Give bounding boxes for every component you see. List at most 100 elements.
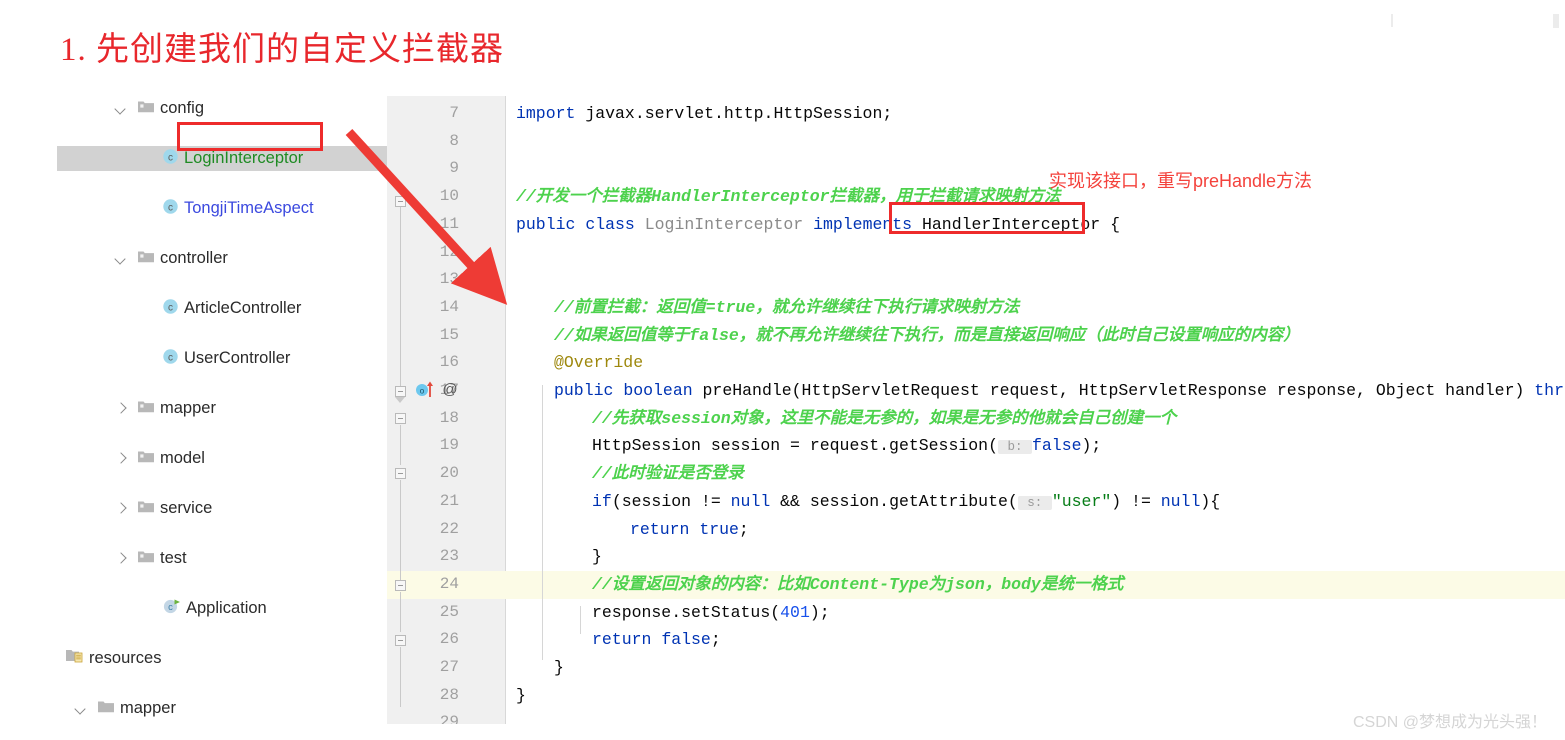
code-line-18[interactable]: //先获取session对象，这里不能是无参的，如果是无参的他就会自己创建一个 [592, 405, 1176, 433]
code-line-24[interactable]: //设置返回对象的内容：比如Content-Type为json，body是统一格… [592, 571, 1123, 599]
folder-icon [97, 699, 115, 719]
chevron-down-icon[interactable] [115, 252, 128, 265]
folder-package-icon [137, 549, 155, 569]
code-token: LoginInterceptor [644, 214, 814, 234]
chevron-right-icon[interactable] [115, 502, 128, 515]
code-line-15[interactable]: //如果返回值等于false，就不再允许继续往下执行，而是直接返回响应（此时自己… [554, 322, 1300, 350]
tree-item-mapper[interactable]: mapper [57, 396, 387, 421]
chevron-right-icon[interactable] [115, 402, 128, 415]
fold-marker-line23[interactable] [395, 635, 407, 647]
code-token: //设置返回对象的内容：比如Content-Type为json，body是统一格… [592, 574, 1124, 594]
svg-text:c: c [168, 202, 173, 213]
page-title: 1. 先创建我们的自定义拦截器 [60, 32, 504, 68]
fold-marker-line17[interactable] [395, 468, 407, 480]
code-token: //此时验证是否登录 [592, 464, 744, 484]
line-number: 15 [439, 325, 459, 344]
chevron-down-icon[interactable] [115, 102, 128, 115]
code-token: public [516, 214, 586, 234]
code-line-11[interactable]: public class LoginInterceptor implements… [516, 211, 1120, 239]
line-number: 19 [439, 436, 459, 455]
code-token: (session != [611, 491, 731, 511]
chevron-right-icon[interactable] [115, 452, 128, 465]
line-number: 28 [439, 685, 459, 704]
folder-package-icon [137, 499, 155, 519]
chevron-right-icon[interactable] [115, 552, 128, 565]
code-token: null [730, 491, 771, 511]
code-token: } [592, 547, 602, 567]
annotation-at-icon[interactable]: @ [441, 380, 459, 403]
folder-package-icon [137, 399, 155, 419]
code-line-28[interactable]: } [516, 682, 526, 710]
folder-package-icon [137, 249, 155, 269]
tree-item-label: resources [89, 649, 162, 668]
line-number: 21 [439, 491, 459, 510]
fold-marker-line21[interactable] [395, 580, 407, 592]
code-token: boolean [623, 381, 703, 400]
tree-item-label: Application [186, 599, 267, 618]
tree-item-label: service [160, 499, 213, 518]
tree-item-label: mapper [120, 699, 176, 718]
tree-item-label: UserController [184, 349, 291, 368]
code-token: ) != [1111, 491, 1161, 511]
code-line-19[interactable]: HttpSession session = request.getSession… [592, 432, 1101, 460]
line-number: 23 [439, 547, 459, 566]
fold-marker-line15[interactable] [395, 413, 407, 425]
code-token: s: [1017, 495, 1052, 510]
code-line-23[interactable]: } [592, 543, 602, 571]
spring-boot-icon: c [162, 597, 181, 621]
code-token: //先获取session对象，这里不能是无参的，如果是无参的他就会自己创建一个 [592, 408, 1177, 428]
tree-item-resources[interactable]: resources [57, 646, 387, 671]
override-method-icon[interactable]: o [415, 379, 437, 404]
code-token: //如果返回值等于false，就不再允许继续往下执行，而是直接返回响应（此时自己… [554, 325, 1300, 345]
code-line-21[interactable]: if(session != null && session.getAttribu… [592, 488, 1220, 516]
code-token: @Override [554, 353, 644, 373]
gutter-icons-line-17[interactable]: o @ [415, 379, 459, 404]
line-number: 29 [439, 713, 459, 724]
code-token: HandlerInterceptor [921, 214, 1111, 234]
tree-item-service[interactable]: service [57, 496, 387, 521]
tree-item-test[interactable]: test [57, 546, 387, 571]
fold-line-if [400, 592, 401, 632]
code-line-22[interactable]: return true; [630, 516, 749, 544]
code-token: "user" [1051, 491, 1112, 511]
code-token: ){ [1200, 491, 1221, 511]
fold-line-method [400, 480, 401, 580]
ui-artifact-right [1553, 14, 1559, 28]
code-line-14[interactable]: //前置拦截：返回值=true，就允许继续往下执行请求映射方法 [554, 294, 1019, 322]
svg-text:o: o [420, 387, 425, 396]
tree-item-label: TongjiTimeAspect [184, 199, 314, 218]
tree-item-mapper[interactable]: mapper [57, 696, 387, 721]
fold-line-mid [400, 425, 401, 465]
class-icon: c [162, 298, 179, 320]
svg-text:c: c [168, 602, 173, 613]
code-text-area[interactable]: import javax.servlet.http.HttpSession; //… [506, 96, 1565, 724]
code-token: 401 [780, 602, 810, 622]
code-token: null [1160, 491, 1201, 511]
svg-text:c: c [168, 352, 173, 363]
code-line-17[interactable]: public boolean preHandle(HttpServletRequ… [554, 377, 1565, 405]
tree-item-label: controller [160, 249, 228, 268]
code-line-7[interactable]: import javax.servlet.http.HttpSession; [516, 100, 892, 128]
code-line-27[interactable]: } [554, 654, 564, 682]
code-token: false [661, 630, 711, 650]
fold-tip-line14 [395, 397, 405, 403]
code-line-10[interactable]: //开发一个拦截器HandlerInterceptor拦截器，用于拦截请求映射方… [516, 183, 1061, 211]
code-token: false [1031, 436, 1082, 456]
code-line-25[interactable]: response.setStatus(401); [592, 599, 830, 627]
code-editor[interactable]: 7 8 9 10 11 12 13 14 15 16 17 18 19 20 21 22 23 24 25 26 27 2… [387, 96, 1565, 724]
code-token: //前置拦截：返回值=true，就允许继续往下执行请求映射方法 [554, 297, 1020, 317]
tree-item-application[interactable]: c Application [57, 596, 387, 621]
tree-item-usercontroller[interactable]: c UserController [57, 346, 387, 371]
code-token: throws [1534, 381, 1565, 400]
chevron-down-icon[interactable] [75, 702, 88, 715]
code-line-20[interactable]: //此时验证是否登录 [592, 460, 744, 488]
code-token: ; [738, 519, 749, 539]
code-line-16[interactable]: @Override [554, 349, 643, 377]
tree-item-model[interactable]: model [57, 446, 387, 471]
code-token: return [592, 630, 662, 650]
code-token: javax.servlet.http.HttpSession; [585, 104, 893, 123]
code-token: ); [1081, 436, 1102, 456]
code-line-26[interactable]: return false; [592, 626, 721, 654]
ui-artifact-left [1391, 14, 1393, 27]
code-token: public [554, 381, 624, 400]
